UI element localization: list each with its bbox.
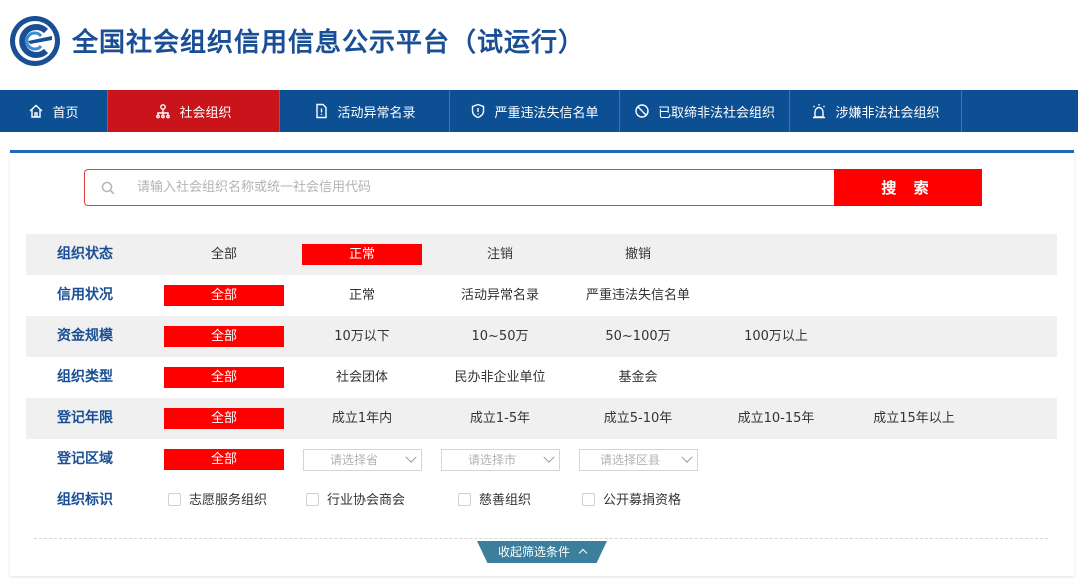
filter-row-credit: 信用状况 全部 正常 活动异常名录 严重违法失信名单 [26, 275, 1057, 316]
county-select[interactable]: 请选择区县 [579, 449, 698, 471]
platform-logo[interactable] [8, 14, 62, 68]
nav-item-label: 已取缔非法社会组织 [657, 105, 775, 121]
nav-item-label: 严重违法失信名单 [494, 105, 599, 121]
search-bar: 搜 索 [84, 169, 982, 206]
filter-option[interactable]: 50~100万 [578, 326, 698, 347]
filter-row-type: 组织类型 全部 社会团体 民办非企业单位 基金会 [26, 357, 1057, 398]
nav-item-label: 活动异常名录 [337, 105, 416, 121]
filter-label: 组织状态 [57, 246, 113, 262]
filter-label: 资金规模 [57, 328, 113, 344]
nav-item-home[interactable]: 首页 [0, 90, 108, 132]
search-icon [101, 181, 115, 195]
checkbox-label: 志愿服务组织 [189, 493, 268, 508]
filter-option[interactable]: 100万以上 [716, 326, 836, 347]
collapse-filters-button[interactable]: 收起筛选条件 [477, 541, 607, 563]
org-tree-icon [155, 103, 171, 119]
filter-label: 登记区域 [57, 451, 113, 467]
checkbox-industry-association[interactable]: 行业协会商会 [306, 490, 405, 511]
filter-option[interactable]: 社会团体 [302, 367, 422, 388]
filter-label: 登记年限 [57, 410, 113, 426]
filter-option[interactable]: 成立1-5年 [440, 408, 560, 429]
filter-label: 组织标识 [57, 492, 113, 508]
filter-row-status: 组织状态 全部 正常 注销 撤销 [26, 234, 1057, 275]
filter-option[interactable]: 严重违法失信名单 [578, 285, 698, 306]
nav-item-social-org[interactable]: 社会组织 [108, 90, 280, 132]
filter-row-capital: 资金规模 全部 10万以下 10~50万 50~100万 100万以上 [26, 316, 1057, 357]
chevron-down-icon [405, 451, 417, 463]
checkbox-volunteer[interactable]: 志愿服务组织 [168, 490, 267, 511]
ban-icon [634, 103, 650, 119]
filter-group: 组织状态 全部 正常 注销 撤销 信用状况 全部 正常 活动异常名录 严重违法失… [26, 234, 1057, 521]
filter-option[interactable]: 成立10-15年 [716, 408, 836, 429]
filter-option-selected[interactable]: 全部 [164, 367, 284, 388]
filter-option-selected[interactable]: 全部 [164, 449, 284, 470]
collapse-filters-label: 收起筛选条件 [497, 545, 570, 559]
filter-option[interactable]: 成立5-10年 [578, 408, 698, 429]
county-select-placeholder: 请选择区县 [600, 453, 661, 467]
filter-label: 组织类型 [57, 369, 113, 385]
filter-option[interactable]: 成立15年以上 [854, 408, 974, 429]
search-field[interactable] [84, 169, 834, 206]
chevron-down-icon [543, 451, 555, 463]
filter-option[interactable]: 撤销 [578, 244, 698, 265]
filter-option-selected[interactable]: 全部 [164, 285, 284, 306]
checkbox-box[interactable] [168, 493, 181, 506]
checkbox-box[interactable] [582, 493, 595, 506]
shield-alert-icon [470, 103, 486, 119]
nav-item-banned-orgs[interactable]: 已取缔非法社会组织 [620, 90, 790, 132]
filter-option-selected[interactable]: 全部 [164, 408, 284, 429]
filter-option[interactable]: 成立1年内 [302, 408, 422, 429]
filter-option[interactable]: 全部 [164, 244, 284, 265]
filter-option-selected[interactable]: 正常 [302, 244, 422, 265]
filter-option[interactable]: 正常 [302, 285, 422, 306]
filter-option[interactable]: 注销 [440, 244, 560, 265]
header: 全国社会组织信用信息公示平台（试运行） [0, 0, 1078, 90]
checkbox-label: 行业协会商会 [327, 493, 406, 508]
divider [34, 538, 1048, 539]
chevron-up-icon [578, 548, 588, 558]
search-input[interactable] [137, 180, 797, 195]
site-title: 全国社会组织信用信息公示平台（试运行） [72, 28, 586, 58]
filter-row-marks: 组织标识 志愿服务组织 行业协会商会 慈善组织 公开募捐资格 [26, 480, 1057, 521]
nav-item-label: 社会组织 [179, 105, 232, 121]
nav-item-label: 涉嫌非法社会组织 [835, 105, 940, 121]
alarm-icon [811, 103, 827, 119]
chevron-down-icon [681, 451, 693, 463]
main-nav: 首页 社会组织 活动异常名录 严重违法失信名单 已取缔非法社会组织 涉嫌非法社会… [0, 90, 1078, 132]
checkbox-box[interactable] [458, 493, 471, 506]
home-icon [28, 103, 44, 119]
nav-item-abnormal-list[interactable]: 活动异常名录 [280, 90, 450, 132]
filter-option[interactable]: 10万以下 [302, 326, 422, 347]
checkbox-label: 慈善组织 [479, 493, 532, 508]
checkbox-charity[interactable]: 慈善组织 [458, 490, 531, 511]
checkbox-label: 公开募捐资格 [603, 493, 682, 508]
filter-row-region: 登记区域 全部 请选择省 请选择市 请选择区县 [26, 439, 1057, 480]
filter-option[interactable]: 活动异常名录 [440, 285, 560, 306]
nav-item-label: 首页 [52, 105, 79, 121]
province-select[interactable]: 请选择省 [303, 449, 422, 471]
city-select[interactable]: 请选择市 [441, 449, 560, 471]
nav-item-serious-violation[interactable]: 严重违法失信名单 [450, 90, 620, 132]
checkbox-box[interactable] [306, 493, 319, 506]
search-button[interactable]: 搜 索 [834, 169, 982, 206]
filter-option-selected[interactable]: 全部 [164, 326, 284, 347]
filter-option[interactable]: 10~50万 [440, 326, 560, 347]
filter-option[interactable]: 民办非企业单位 [440, 367, 560, 388]
city-select-placeholder: 请选择市 [468, 453, 517, 467]
document-alert-icon [313, 103, 329, 119]
filter-option[interactable]: 基金会 [578, 367, 698, 388]
nav-item-suspected-illegal[interactable]: 涉嫌非法社会组织 [790, 90, 962, 132]
province-select-placeholder: 请选择省 [330, 453, 379, 467]
checkbox-public-fundraising[interactable]: 公开募捐资格 [582, 490, 681, 511]
filter-label: 信用状况 [57, 287, 113, 303]
filter-row-years: 登记年限 全部 成立1年内 成立1-5年 成立5-10年 成立10-15年 成立… [26, 398, 1057, 439]
